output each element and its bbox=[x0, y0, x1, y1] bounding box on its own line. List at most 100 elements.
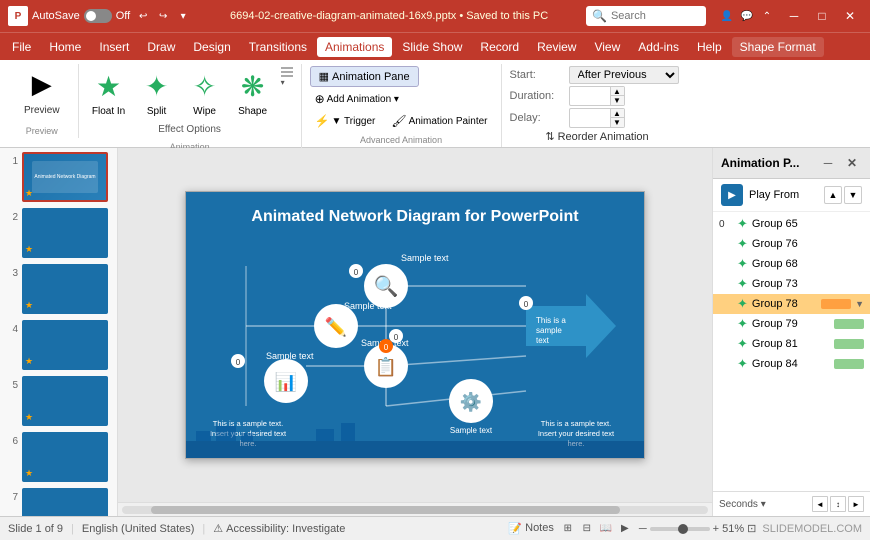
anim-item-group65[interactable]: 0 ✦ Group 65 bbox=[713, 214, 870, 234]
animation-scroll-arrows: ▲ ▼ bbox=[824, 186, 862, 204]
normal-view-icon[interactable]: ⊞ bbox=[560, 521, 576, 537]
undo-icon[interactable]: ↩ bbox=[134, 7, 152, 25]
duration-spinner[interactable]: 01.00 ▲ ▼ bbox=[569, 86, 625, 106]
share-icon[interactable]: 👤 bbox=[718, 7, 736, 25]
anim-item-group84[interactable]: ✦ Group 84 bbox=[713, 354, 870, 374]
zoom-in-icon[interactable]: + bbox=[713, 523, 719, 535]
effect-options-label: Effect Options bbox=[158, 124, 221, 135]
animation-expand[interactable]: ▾ bbox=[281, 66, 293, 87]
notes-label[interactable]: Notes bbox=[525, 522, 554, 535]
duration-up[interactable]: ▲ bbox=[610, 87, 624, 96]
delay-up[interactable]: ▲ bbox=[610, 109, 624, 118]
slide-thumb-4[interactable]: 4 ★ bbox=[4, 320, 113, 370]
slide-image-7[interactable]: ★ bbox=[22, 488, 108, 516]
footer-scroll-right[interactable]: ► bbox=[848, 496, 864, 512]
menu-view[interactable]: View bbox=[586, 37, 628, 57]
anim-name-group73: Group 73 bbox=[752, 278, 864, 290]
wipe-button[interactable]: ✧ Wipe bbox=[183, 66, 227, 119]
maximize-button[interactable]: □ bbox=[810, 6, 834, 26]
search-box[interactable]: 🔍 bbox=[586, 6, 706, 26]
delay-input[interactable]: 00.00 bbox=[570, 111, 610, 125]
customize-qat-icon[interactable]: ▾ bbox=[174, 7, 192, 25]
close-button[interactable]: ✕ bbox=[838, 6, 862, 26]
slideshow-icon[interactable]: ▶ bbox=[617, 521, 633, 537]
slide-image-1[interactable]: ★ Animated Network Diagram bbox=[22, 152, 108, 202]
anim-item-group79[interactable]: ✦ Group 79 bbox=[713, 314, 870, 334]
canvas-scrollbar[interactable] bbox=[118, 502, 712, 516]
animation-panel-minimize[interactable]: ─ bbox=[818, 153, 838, 173]
minimize-button[interactable]: ─ bbox=[782, 6, 806, 26]
svg-text:0: 0 bbox=[524, 300, 529, 309]
anim-dropdown-group78[interactable]: ▼ bbox=[855, 299, 864, 309]
animation-painter-icon: 🖌 bbox=[391, 114, 406, 128]
menu-review[interactable]: Review bbox=[529, 37, 584, 57]
menu-slideshow[interactable]: Slide Show bbox=[394, 37, 470, 57]
footer-scroll-left[interactable]: ◄ bbox=[812, 496, 828, 512]
animation-pane-button[interactable]: ▦ Animation Pane bbox=[310, 66, 419, 87]
h-scrollbar-track[interactable] bbox=[122, 506, 708, 514]
zoom-slider[interactable] bbox=[650, 527, 710, 531]
slide-thumb-7[interactable]: 7 ★ bbox=[4, 488, 113, 516]
slide-thumb-2[interactable]: 2 ★ bbox=[4, 208, 113, 258]
menu-home[interactable]: Home bbox=[41, 37, 89, 57]
anim-item-group81[interactable]: ✦ Group 81 bbox=[713, 334, 870, 354]
h-scrollbar-thumb[interactable] bbox=[151, 506, 620, 514]
comments-icon[interactable]: 💬 bbox=[738, 7, 756, 25]
slide-thumb-5[interactable]: 5 ★ bbox=[4, 376, 113, 426]
slide-image-3[interactable]: ★ bbox=[22, 264, 108, 314]
slide-image-4[interactable]: ★ bbox=[22, 320, 108, 370]
menu-insert[interactable]: Insert bbox=[91, 37, 137, 57]
ribbon-collapse-icon[interactable]: ⌃ bbox=[758, 7, 776, 25]
slide-image-6[interactable]: ★ bbox=[22, 432, 108, 482]
reading-view-icon[interactable]: 📖 bbox=[598, 521, 614, 537]
animation-painter-button[interactable]: 🖌 Animation Painter bbox=[386, 111, 492, 131]
slide-thumb-1[interactable]: 1 ★ Animated Network Diagram bbox=[4, 152, 113, 202]
add-animation-button[interactable]: ⊕ Add Animation ▾ bbox=[310, 89, 404, 109]
slide-thumb-3[interactable]: 3 ★ bbox=[4, 264, 113, 314]
play-from-label: Play From bbox=[749, 189, 818, 201]
menu-shape-format[interactable]: Shape Format bbox=[732, 37, 824, 57]
shape-button[interactable]: ❋ Shape bbox=[231, 66, 275, 119]
zoom-out-icon[interactable]: ─ bbox=[639, 523, 647, 535]
slide-image-5[interactable]: ★ bbox=[22, 376, 108, 426]
anim-item-group68[interactable]: ✦ Group 68 bbox=[713, 254, 870, 274]
menu-animations[interactable]: Animations bbox=[317, 37, 392, 57]
preview-button[interactable]: ▶ Preview bbox=[14, 66, 70, 122]
footer-expand-button[interactable]: ↕ bbox=[830, 496, 846, 512]
anim-item-group76[interactable]: ✦ Group 76 bbox=[713, 234, 870, 254]
reorder-animation-button[interactable]: ⇅ Reorder Animation bbox=[539, 128, 654, 145]
search-input[interactable] bbox=[611, 10, 700, 22]
menu-record[interactable]: Record bbox=[472, 37, 527, 57]
autosave-toggle[interactable] bbox=[84, 9, 112, 23]
effect-options-button[interactable]: Effect Options bbox=[153, 121, 226, 138]
animation-scroll-down[interactable]: ▼ bbox=[844, 186, 862, 204]
menu-addins[interactable]: Add-ins bbox=[630, 37, 687, 57]
slide-sorter-icon[interactable]: ⊟ bbox=[579, 521, 595, 537]
view-icons: ⊞ ⊟ 📖 ▶ bbox=[560, 521, 633, 537]
play-button[interactable]: ▶ bbox=[721, 184, 743, 206]
slide-image-2[interactable]: ★ bbox=[22, 208, 108, 258]
delay-down[interactable]: ▼ bbox=[610, 118, 624, 127]
redo-icon[interactable]: ↪ bbox=[154, 7, 172, 25]
duration-down[interactable]: ▼ bbox=[610, 96, 624, 105]
split-button[interactable]: ✦ Split bbox=[135, 66, 179, 119]
menu-transitions[interactable]: Transitions bbox=[241, 37, 315, 57]
menu-draw[interactable]: Draw bbox=[139, 37, 183, 57]
notes-icon[interactable]: 📝 bbox=[508, 522, 522, 535]
slide-thumb-6[interactable]: 6 ★ bbox=[4, 432, 113, 482]
anim-item-group78[interactable]: ✦ Group 78 ▼ bbox=[713, 294, 870, 314]
start-select[interactable]: After Previous On Click With Previous bbox=[569, 66, 679, 84]
slide-canvas[interactable]: Animated Network Diagram for PowerPoint bbox=[185, 191, 645, 459]
anim-item-group73[interactable]: ✦ Group 73 bbox=[713, 274, 870, 294]
menu-design[interactable]: Design bbox=[185, 37, 238, 57]
fit-button[interactable]: ⊡ bbox=[747, 522, 756, 535]
floatin-button[interactable]: ★ Float In bbox=[87, 66, 131, 119]
animation-panel-close[interactable]: ✕ bbox=[842, 153, 862, 173]
menu-help[interactable]: Help bbox=[689, 37, 730, 57]
trigger-button[interactable]: ⚡ ▼ Trigger bbox=[310, 111, 381, 131]
menu-file[interactable]: File bbox=[4, 37, 39, 57]
delay-spinner[interactable]: 00.00 ▲ ▼ bbox=[569, 108, 625, 128]
preview-group-label: Preview bbox=[26, 126, 58, 136]
animation-scroll-up[interactable]: ▲ bbox=[824, 186, 842, 204]
duration-input[interactable]: 01.00 bbox=[570, 89, 610, 103]
